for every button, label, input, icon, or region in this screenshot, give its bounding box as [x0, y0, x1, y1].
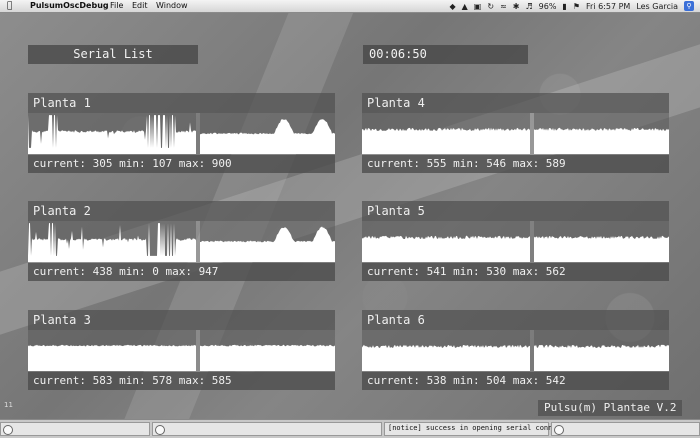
waveform-primary [28, 113, 196, 154]
waveform-secondary [200, 330, 335, 371]
waveform-fill [534, 344, 669, 371]
waveform-secondary [534, 221, 669, 262]
waveform-primary [362, 330, 530, 371]
waveform-primary [362, 113, 530, 154]
waveform-fill [200, 344, 335, 371]
bluetooth-icon[interactable]: ✱ [513, 2, 520, 11]
plant-title: Planta 4 [362, 93, 669, 113]
waveform-primary [362, 221, 530, 262]
waveform-fill [534, 235, 669, 262]
app-canvas: Serial List 00:06:50 Planta 1 current: 3… [0, 13, 700, 419]
plant-stats: current: 538 min: 504 max: 542 [362, 372, 669, 390]
menubar:  PulsumOscDebug File Edit Window ◆ ▲ ▣ … [0, 0, 700, 13]
frame-counter: 11 [4, 401, 13, 409]
session-timer: 00:06:50 [363, 45, 528, 64]
waveform-fill [28, 344, 196, 371]
menu-edit[interactable]: Edit [132, 1, 148, 10]
app-brand: Pulsu(m) Plantae V.2 [538, 400, 683, 416]
plant-title: Planta 1 [28, 93, 335, 113]
console-message: [notice] success in opening serial conne… [388, 424, 578, 432]
time-machine-icon[interactable]: ↻ [487, 2, 494, 11]
plant-stats: current: 305 min: 107 max: 900 [28, 155, 335, 173]
waveform-primary [28, 330, 196, 371]
waveform-primary [28, 221, 196, 262]
plant-title: Planta 3 [28, 310, 335, 330]
plant-title: Planta 5 [362, 201, 669, 221]
apple-menu-icon[interactable]:  [7, 1, 12, 11]
battery-icon: ▮ [562, 1, 567, 11]
console-pane-1[interactable] [0, 422, 150, 436]
serial-list-button[interactable]: Serial List [28, 45, 198, 64]
waveform-secondary [200, 221, 335, 262]
plant-stats: current: 583 min: 578 max: 585 [28, 372, 335, 390]
plant-stats: current: 438 min: 0 max: 947 [28, 263, 335, 281]
radio-icon[interactable] [155, 425, 165, 435]
app-menu[interactable]: PulsumOscDebug [30, 1, 109, 10]
console-pane-4[interactable] [551, 422, 700, 436]
waveform-fill [362, 344, 530, 371]
spotlight-icon[interactable]: ⚲ [684, 1, 694, 11]
menu-window[interactable]: Window [156, 1, 188, 10]
radio-icon[interactable] [554, 425, 564, 435]
waveform-fill [534, 127, 669, 154]
waveform-secondary [534, 113, 669, 154]
radio-icon[interactable] [3, 425, 13, 435]
waveform-fill [28, 115, 196, 154]
flag-icon[interactable]: ⚑ [573, 2, 580, 11]
dropbox-icon[interactable]: ◆ [449, 2, 455, 11]
wifi-icon[interactable]: ≈ [500, 2, 507, 11]
waveform-secondary [200, 113, 335, 154]
plant-title: Planta 2 [28, 201, 335, 221]
console-bar: [notice] success in opening serial conne… [0, 419, 700, 438]
waveform-fill [362, 127, 530, 154]
menubar-clock[interactable]: Fri 6:57 PM [586, 2, 630, 11]
volume-icon[interactable]: ♬ [525, 2, 532, 11]
waveform-fill [362, 235, 530, 262]
drive-icon[interactable]: ▲ [462, 2, 468, 11]
waveform-fill [28, 223, 196, 262]
waveform-fill [200, 119, 335, 154]
waveform-secondary [534, 330, 669, 371]
console-log-pane: [notice] success in opening serial conne… [384, 422, 578, 436]
battery-level[interactable]: 96% [539, 2, 557, 11]
status-area: ◆ ▲ ▣ ↻ ≈ ✱ ♬ 96% ▮ ⚑ Fri 6:57 PM Les Ga… [449, 1, 694, 11]
menu-file[interactable]: File [110, 1, 123, 10]
plant-stats: current: 555 min: 546 max: 589 [362, 155, 669, 173]
console-pane-2[interactable] [152, 422, 382, 436]
plant-title: Planta 6 [362, 310, 669, 330]
display-icon[interactable]: ▣ [474, 2, 482, 11]
waveform-fill [200, 226, 335, 262]
plant-stats: current: 541 min: 530 max: 562 [362, 263, 669, 281]
menubar-user[interactable]: Les Garcia [636, 2, 678, 11]
